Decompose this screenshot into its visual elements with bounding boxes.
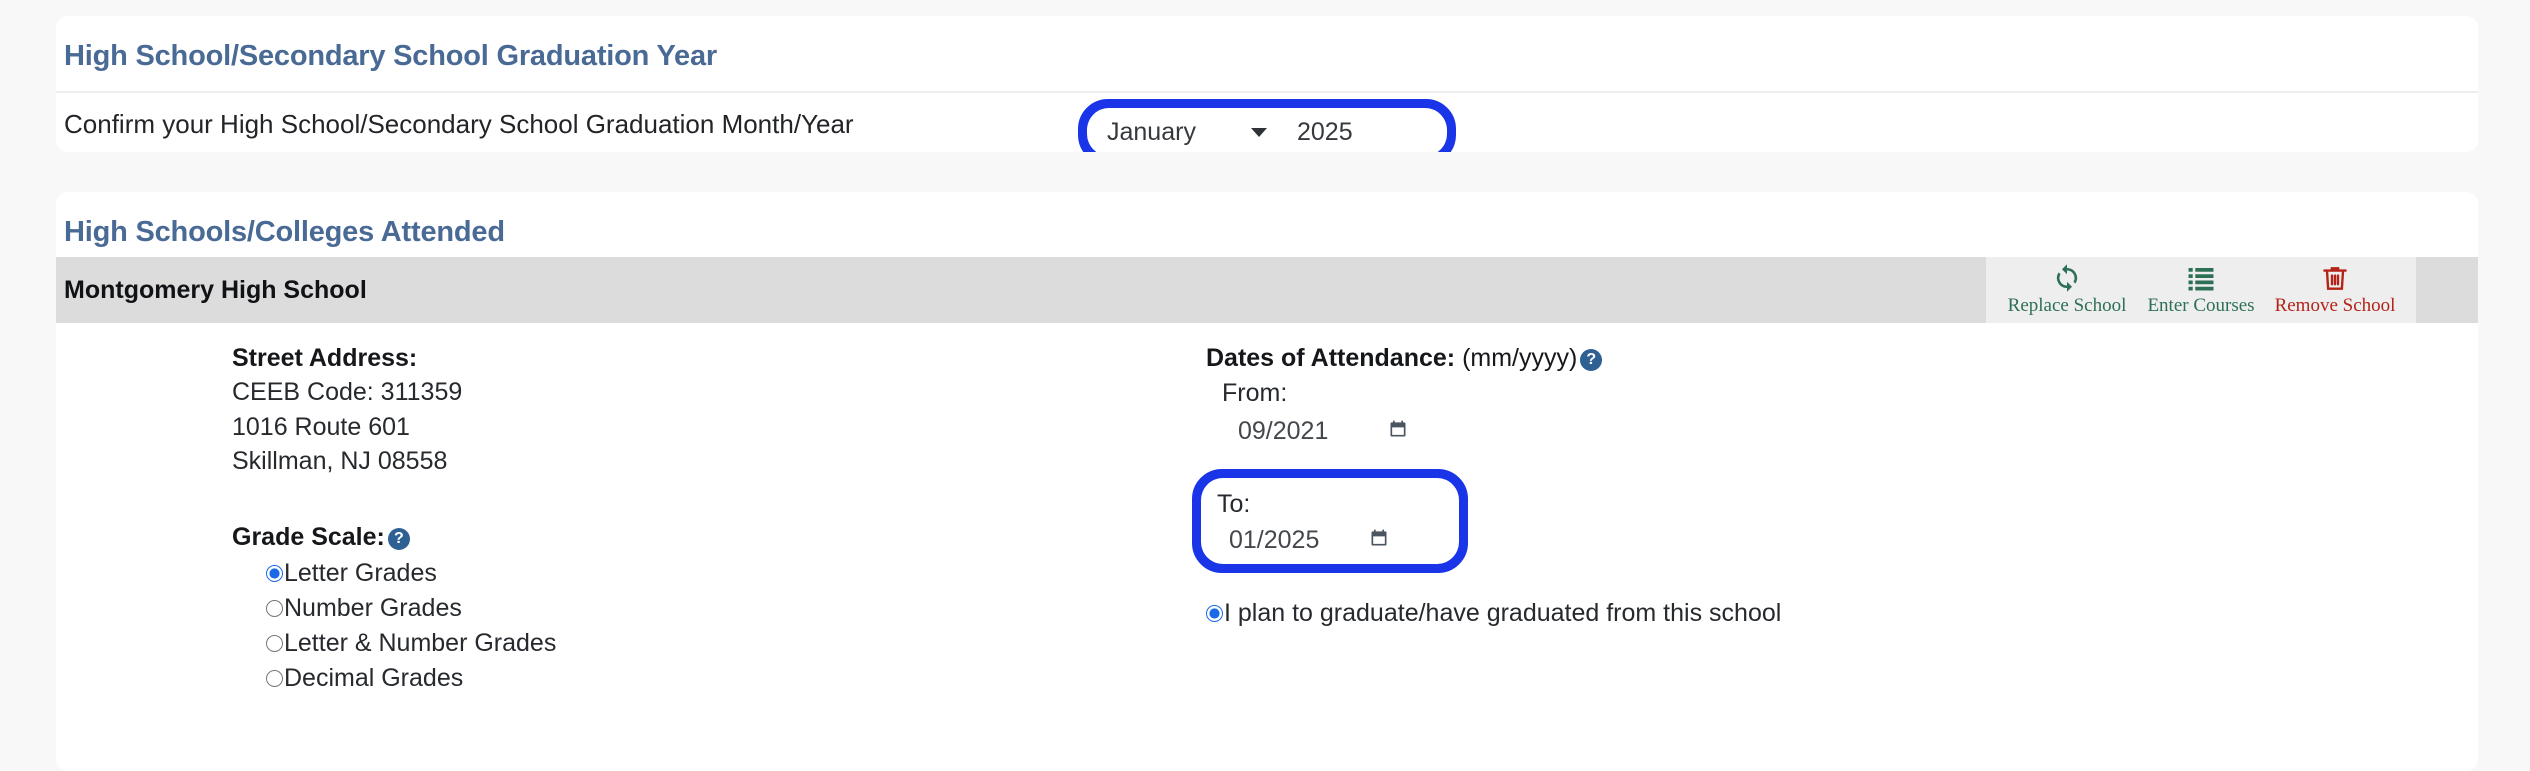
graduate-statement-row[interactable]: I plan to graduate/have graduated from t… bbox=[1206, 599, 1781, 628]
address-line-street: 1016 Route 601 bbox=[232, 412, 410, 441]
grade-scale-help-icon[interactable]: ? bbox=[387, 528, 410, 550]
calendar-icon[interactable] bbox=[1369, 528, 1389, 552]
from-label: From: bbox=[1222, 379, 1288, 408]
trash-icon bbox=[2268, 263, 2402, 293]
dates-of-attendance-heading-row: Dates of Attendance: (mm/yyyy)? bbox=[1206, 341, 1603, 375]
grade-scale-label-letter-number[interactable]: Letter & Number Grades bbox=[284, 626, 556, 661]
grade-scale-option-letter[interactable]: Letter Grades bbox=[266, 556, 556, 591]
to-date-value[interactable]: 01/2025 bbox=[1229, 526, 1369, 555]
graduation-year-row: Confirm your High School/Secondary Schoo… bbox=[56, 93, 2478, 152]
to-date-highlight: To: 01/2025 bbox=[1192, 469, 1468, 573]
grade-scale-radio-letter[interactable] bbox=[266, 565, 283, 583]
graduation-month-select[interactable]: January bbox=[1093, 118, 1283, 146]
school-left-column: Street Address: CEEB Code: 311359 1016 R… bbox=[232, 341, 556, 696]
enter-courses-button[interactable]: Enter Courses bbox=[2134, 263, 2268, 317]
from-date-row[interactable]: 09/2021 bbox=[1206, 417, 1602, 446]
address-line-city-state-zip: Skillman, NJ 08558 bbox=[232, 446, 448, 475]
remove-school-label: Remove School bbox=[2274, 295, 2396, 316]
grade-scale-heading: Grade Scale: bbox=[232, 523, 385, 551]
to-label: To: bbox=[1217, 490, 1251, 518]
grade-scale-option-number[interactable]: Number Grades bbox=[266, 591, 556, 626]
graduation-year-input[interactable] bbox=[1283, 117, 1421, 147]
school-name: Montgomery High School bbox=[64, 275, 367, 304]
graduation-year-prompt: Confirm your High School/Secondary Schoo… bbox=[64, 109, 854, 139]
grade-scale-block: Grade Scale:? Letter Grades Number Grade… bbox=[232, 520, 556, 696]
graduate-statement-radio[interactable] bbox=[1206, 605, 1223, 622]
to-date-group: To: 01/2025 bbox=[1201, 478, 1459, 564]
school-right-column: Dates of Attendance: (mm/yyyy)? From: 09… bbox=[1192, 341, 1781, 627]
replace-school-button[interactable]: Replace School bbox=[2000, 263, 2134, 317]
grade-scale-label-number[interactable]: Number Grades bbox=[284, 591, 462, 626]
school-details-body: Street Address: CEEB Code: 311359 1016 R… bbox=[56, 323, 2478, 771]
grade-scale-radio-letter-number[interactable] bbox=[266, 635, 283, 653]
grade-scale-options: Letter Grades Number Grades Letter & Num… bbox=[232, 556, 556, 696]
graduation-month-year-highlight: January bbox=[1078, 99, 1456, 152]
graduation-month-year-group: January bbox=[1087, 108, 1447, 152]
school-header-bar: Montgomery High School Replace School En… bbox=[56, 257, 2478, 323]
graduate-statement-label[interactable]: I plan to graduate/have graduated from t… bbox=[1224, 599, 1781, 628]
dates-of-attendance-heading: Dates of Attendance: bbox=[1206, 344, 1456, 372]
page-root: High School/Secondary School Graduation … bbox=[0, 16, 2530, 771]
dates-of-attendance-help-icon[interactable]: ? bbox=[1580, 349, 1603, 371]
calendar-icon[interactable] bbox=[1388, 419, 1408, 443]
grade-scale-radio-decimal[interactable] bbox=[266, 670, 283, 688]
grade-scale-label-letter[interactable]: Letter Grades bbox=[284, 556, 437, 591]
list-icon bbox=[2134, 263, 2268, 293]
refresh-icon bbox=[2000, 263, 2134, 293]
from-date-value[interactable]: 09/2021 bbox=[1238, 417, 1388, 446]
schools-attended-card: High Schools/Colleges Attended Montgomer… bbox=[56, 192, 2478, 771]
replace-school-label: Replace School bbox=[2007, 295, 2127, 316]
school-actions-group: Replace School Enter Courses Remove Scho… bbox=[1986, 257, 2416, 323]
grade-scale-option-letter-number[interactable]: Letter & Number Grades bbox=[266, 626, 556, 661]
dates-format-hint: (mm/yyyy) bbox=[1462, 344, 1578, 372]
graduation-month-wrap: January bbox=[1093, 118, 1283, 146]
grade-scale-label-decimal[interactable]: Decimal Grades bbox=[284, 661, 463, 696]
to-date-row[interactable]: 01/2025 bbox=[1201, 526, 1459, 555]
remove-school-button[interactable]: Remove School bbox=[2268, 263, 2402, 317]
enter-courses-label: Enter Courses bbox=[2147, 295, 2255, 316]
address-line-ceeb: CEEB Code: 311359 bbox=[232, 378, 463, 407]
graduation-year-card: High School/Secondary School Graduation … bbox=[56, 16, 2478, 152]
graduation-year-title: High School/Secondary School Graduation … bbox=[56, 16, 2478, 93]
grade-scale-heading-row: Grade Scale:? bbox=[232, 520, 556, 554]
grade-scale-option-decimal[interactable]: Decimal Grades bbox=[266, 661, 556, 696]
street-address-heading: Street Address: bbox=[232, 344, 418, 372]
schools-attended-title: High Schools/Colleges Attended bbox=[64, 216, 505, 248]
grade-scale-radio-number[interactable] bbox=[266, 600, 283, 618]
